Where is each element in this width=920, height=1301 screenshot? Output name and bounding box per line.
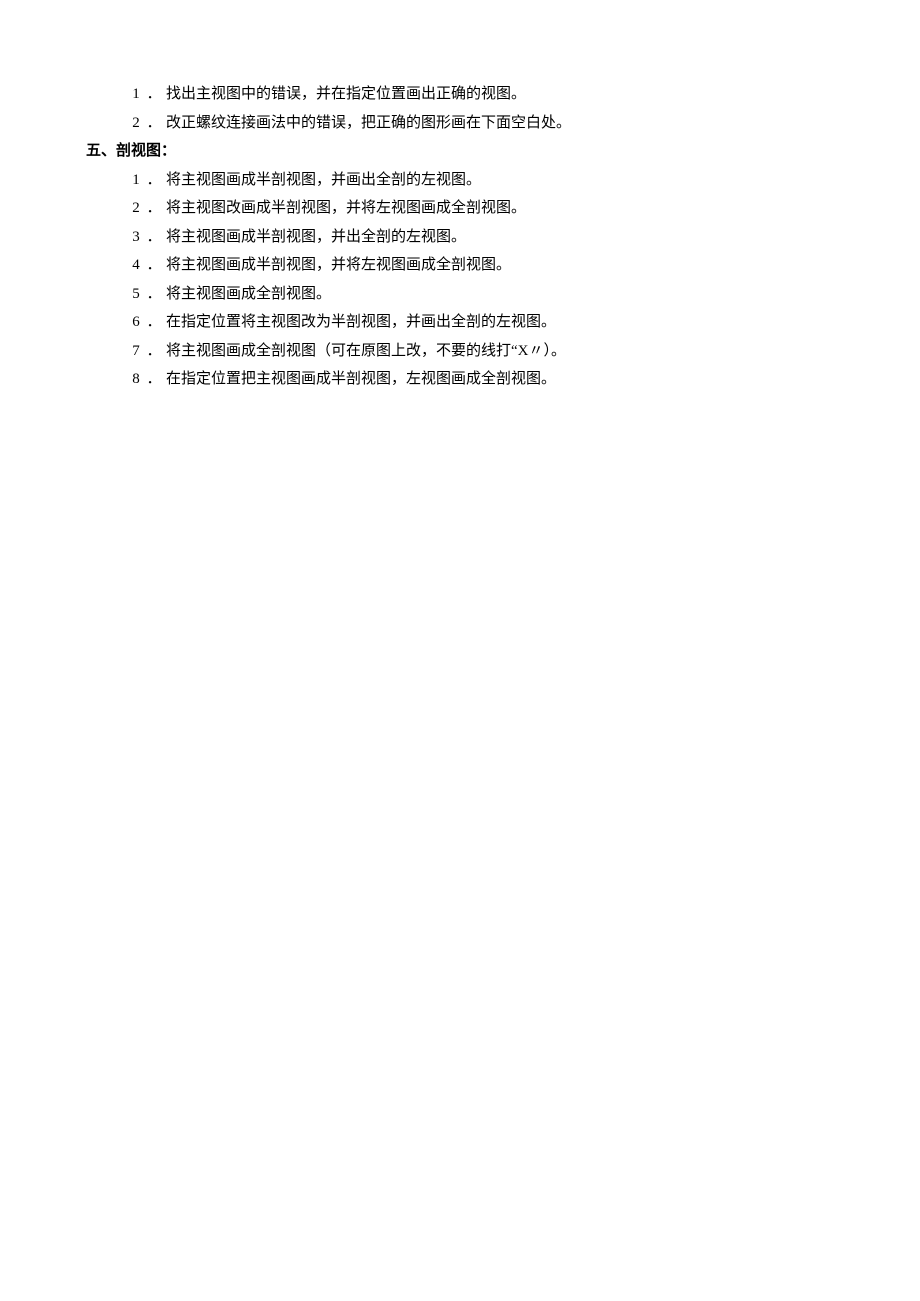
list-item: 2 ． 将主视图改画成半剖视图，并将左视图画成全剖视图。	[130, 194, 834, 223]
item-text: 在指定位置把主视图画成半剖视图，左视图画成全剖视图。	[166, 365, 834, 394]
item-text: 改正螺纹连接画法中的错误，把正确的图形画在下面空白处。	[166, 109, 834, 138]
section-heading: 五、剖视图：	[86, 137, 834, 166]
top-numbered-list: 1 ． 找出主视图中的错误，并在指定位置画出正确的视图。 2 ． 改正螺纹连接画…	[86, 80, 834, 137]
item-number: 8	[130, 365, 142, 394]
item-number: 4	[130, 251, 142, 280]
item-separator: ．	[142, 308, 166, 337]
item-number: 2	[130, 109, 142, 138]
item-text: 将主视图画成半剖视图，并画出全剖的左视图。	[166, 166, 834, 195]
list-item: 6 ． 在指定位置将主视图改为半剖视图，并画出全剖的左视图。	[130, 308, 834, 337]
list-item: 7 ． 将主视图画成全剖视图（可在原图上改，不要的线打“X〃）。	[130, 337, 834, 366]
item-text: 将主视图画成半剖视图，并将左视图画成全剖视图。	[166, 251, 834, 280]
item-number: 3	[130, 223, 142, 252]
item-text: 将主视图画成半剖视图，并出全剖的左视图。	[166, 223, 834, 252]
item-number: 1	[130, 80, 142, 109]
item-text: 在指定位置将主视图改为半剖视图，并画出全剖的左视图。	[166, 308, 834, 337]
list-item: 5 ． 将主视图画成全剖视图。	[130, 280, 834, 309]
item-separator: ．	[142, 166, 166, 195]
item-text: 将主视图画成全剖视图。	[166, 280, 834, 309]
item-separator: ．	[142, 337, 166, 366]
item-separator: ．	[142, 80, 166, 109]
item-separator: ．	[142, 280, 166, 309]
list-item: 8 ． 在指定位置把主视图画成半剖视图，左视图画成全剖视图。	[130, 365, 834, 394]
item-number: 1	[130, 166, 142, 195]
item-separator: ．	[142, 109, 166, 138]
item-number: 6	[130, 308, 142, 337]
list-item: 3 ． 将主视图画成半剖视图，并出全剖的左视图。	[130, 223, 834, 252]
item-separator: ．	[142, 251, 166, 280]
item-separator: ．	[142, 365, 166, 394]
item-text: 将主视图改画成半剖视图，并将左视图画成全剖视图。	[166, 194, 834, 223]
list-item: 2 ． 改正螺纹连接画法中的错误，把正确的图形画在下面空白处。	[130, 109, 834, 138]
list-item: 4 ． 将主视图画成半剖视图，并将左视图画成全剖视图。	[130, 251, 834, 280]
sub-numbered-list: 1 ． 将主视图画成半剖视图，并画出全剖的左视图。 2 ． 将主视图改画成半剖视…	[86, 166, 834, 394]
item-number: 7	[130, 337, 142, 366]
list-item: 1 ． 找出主视图中的错误，并在指定位置画出正确的视图。	[130, 80, 834, 109]
item-number: 2	[130, 194, 142, 223]
list-item: 1 ． 将主视图画成半剖视图，并画出全剖的左视图。	[130, 166, 834, 195]
item-text: 找出主视图中的错误，并在指定位置画出正确的视图。	[166, 80, 834, 109]
item-separator: ．	[142, 194, 166, 223]
item-text: 将主视图画成全剖视图（可在原图上改，不要的线打“X〃）。	[166, 337, 834, 366]
item-separator: ．	[142, 223, 166, 252]
item-number: 5	[130, 280, 142, 309]
